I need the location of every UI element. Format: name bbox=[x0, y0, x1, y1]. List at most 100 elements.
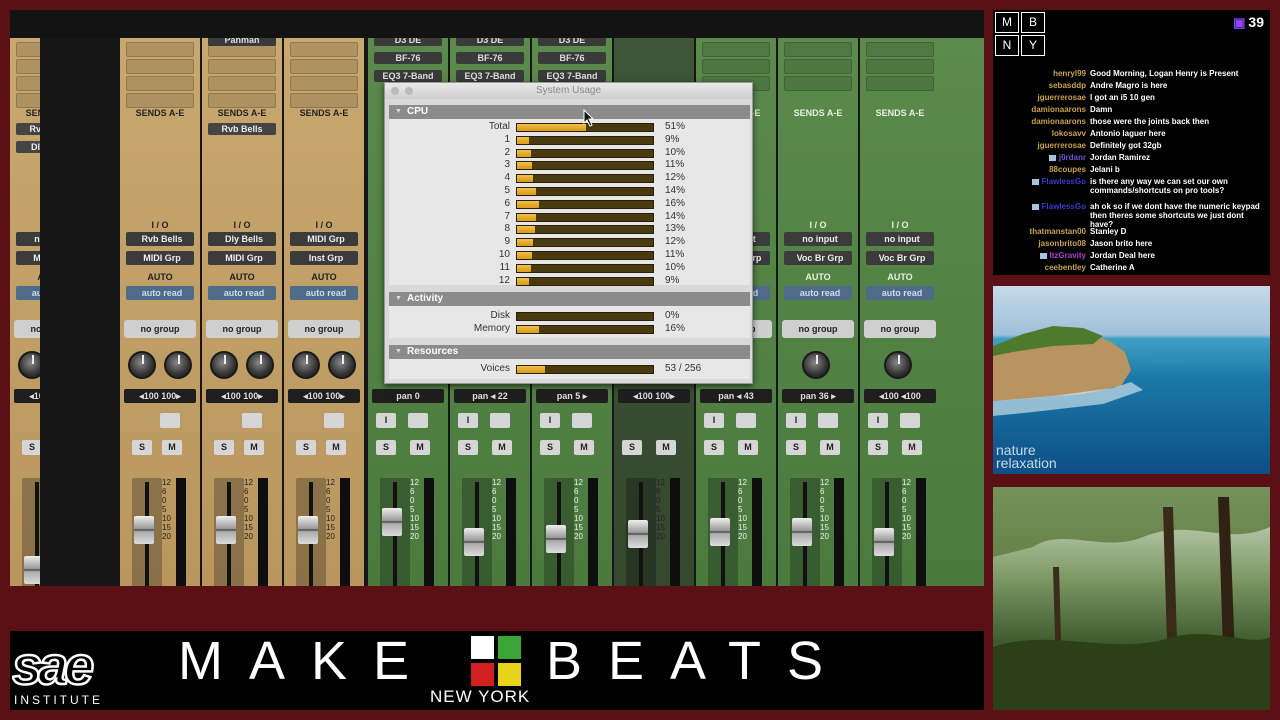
insert-slot[interactable] bbox=[784, 59, 852, 74]
insert-slot[interactable] bbox=[866, 76, 934, 91]
solo-button[interactable]: S bbox=[622, 440, 642, 455]
input-selector[interactable]: MIDI Grp bbox=[290, 232, 358, 246]
automation-selector[interactable]: auto read bbox=[784, 286, 852, 300]
volume-fader[interactable] bbox=[874, 528, 894, 556]
record-button[interactable] bbox=[160, 413, 180, 428]
insert-slot[interactable] bbox=[866, 42, 934, 57]
record-button[interactable] bbox=[324, 413, 344, 428]
group-selector[interactable]: no group bbox=[782, 320, 854, 338]
cpu-section-header[interactable]: CPU bbox=[389, 105, 750, 119]
chat-username[interactable]: j0rdanr bbox=[1048, 153, 1086, 162]
solo-button[interactable]: S bbox=[786, 440, 806, 455]
volume-fader[interactable] bbox=[792, 518, 812, 546]
chat-username[interactable]: jasonbrito08 bbox=[1038, 239, 1086, 248]
insert-plugin[interactable]: EQ3 7-Band bbox=[374, 70, 442, 82]
volume-fader[interactable] bbox=[382, 508, 402, 536]
insert-slot[interactable] bbox=[290, 76, 358, 91]
input-monitor-button[interactable]: I bbox=[540, 413, 560, 428]
solo-button[interactable]: S bbox=[22, 440, 40, 455]
volume-fader[interactable] bbox=[710, 518, 730, 546]
mute-button[interactable]: M bbox=[738, 440, 758, 455]
pan-left-knob[interactable] bbox=[18, 351, 40, 379]
input-monitor-button[interactable]: I bbox=[376, 413, 396, 428]
input-monitor-button[interactable]: I bbox=[868, 413, 888, 428]
insert-slot[interactable] bbox=[702, 42, 770, 57]
solo-button[interactable]: S bbox=[458, 440, 478, 455]
record-button[interactable] bbox=[572, 413, 592, 428]
insert-slot[interactable] bbox=[208, 93, 276, 108]
insert-slot[interactable] bbox=[16, 93, 40, 108]
output-selector[interactable]: Voc Br Grp bbox=[866, 251, 934, 265]
close-window-icon[interactable] bbox=[391, 87, 399, 95]
send-slot[interactable]: Rvb Bells bbox=[208, 123, 276, 135]
solo-button[interactable]: S bbox=[376, 440, 396, 455]
insert-slot[interactable] bbox=[126, 93, 194, 108]
output-selector[interactable]: MIDI Grp bbox=[126, 251, 194, 265]
system-usage-titlebar[interactable]: System Usage bbox=[385, 83, 752, 99]
chat-username[interactable]: FlawlessGo bbox=[1031, 202, 1086, 211]
insert-slot[interactable] bbox=[16, 42, 40, 57]
send-slot[interactable]: Rvb Bells bbox=[16, 123, 40, 135]
input-selector[interactable]: no input bbox=[16, 232, 40, 246]
record-button[interactable] bbox=[242, 413, 262, 428]
insert-slot[interactable] bbox=[702, 59, 770, 74]
record-button[interactable] bbox=[900, 413, 920, 428]
chat-username[interactable]: FlawlessGo bbox=[1031, 177, 1086, 186]
output-selector[interactable]: MIDI Grp bbox=[16, 251, 40, 265]
chat-username[interactable]: ceebentley bbox=[1045, 263, 1086, 272]
input-selector[interactable]: Rvb Bells bbox=[126, 232, 194, 246]
volume-fader[interactable] bbox=[628, 520, 648, 548]
insert-plugin[interactable]: EQ3 7-Band bbox=[456, 70, 524, 82]
mute-button[interactable]: M bbox=[326, 440, 346, 455]
group-selector[interactable]: no group bbox=[124, 320, 196, 338]
volume-fader[interactable] bbox=[298, 516, 318, 544]
mute-button[interactable]: M bbox=[656, 440, 676, 455]
pan-knob[interactable] bbox=[884, 351, 912, 379]
input-monitor-button[interactable]: I bbox=[786, 413, 806, 428]
solo-button[interactable]: S bbox=[868, 440, 888, 455]
insert-slot[interactable] bbox=[290, 42, 358, 57]
automation-selector[interactable]: auto read bbox=[208, 286, 276, 300]
pan-left-knob[interactable] bbox=[292, 351, 320, 379]
insert-slot[interactable] bbox=[16, 59, 40, 74]
chat-username[interactable]: jguerrerosae bbox=[1038, 141, 1086, 150]
mute-button[interactable]: M bbox=[492, 440, 512, 455]
chat-username[interactable]: sebasddp bbox=[1049, 81, 1086, 90]
output-selector[interactable]: Voc Br Grp bbox=[784, 251, 852, 265]
pan-right-knob[interactable] bbox=[328, 351, 356, 379]
insert-slot[interactable] bbox=[784, 76, 852, 91]
chat-username[interactable]: jguerrerosae bbox=[1038, 93, 1086, 102]
solo-button[interactable]: S bbox=[296, 440, 316, 455]
automation-selector[interactable]: auto read bbox=[866, 286, 934, 300]
insert-plugin[interactable]: EQ3 7-Band bbox=[538, 70, 606, 82]
insert-slot[interactable] bbox=[126, 42, 194, 57]
chat-username[interactable]: henryl99 bbox=[1053, 69, 1086, 78]
insert-slot[interactable] bbox=[208, 59, 276, 74]
input-selector[interactable]: Dly Bells bbox=[208, 232, 276, 246]
activity-section-header[interactable]: Activity bbox=[389, 292, 750, 306]
input-monitor-button[interactable]: I bbox=[458, 413, 478, 428]
volume-fader[interactable] bbox=[134, 516, 154, 544]
automation-selector[interactable]: auto read bbox=[290, 286, 358, 300]
insert-slot[interactable] bbox=[290, 59, 358, 74]
input-monitor-button[interactable]: I bbox=[704, 413, 724, 428]
insert-slot[interactable] bbox=[126, 59, 194, 74]
mute-button[interactable]: M bbox=[574, 440, 594, 455]
insert-plugin[interactable]: BF-76 bbox=[538, 52, 606, 64]
insert-plugin[interactable]: BF-76 bbox=[456, 52, 524, 64]
resources-section-header[interactable]: Resources bbox=[389, 345, 750, 359]
pan-right-knob[interactable] bbox=[246, 351, 274, 379]
pan-left-knob[interactable] bbox=[128, 351, 156, 379]
chat-username[interactable]: damionaarons bbox=[1031, 117, 1086, 126]
chat-username[interactable]: ItzGravity bbox=[1039, 251, 1086, 260]
input-selector[interactable]: no input bbox=[784, 232, 852, 246]
mute-button[interactable]: M bbox=[820, 440, 840, 455]
automation-selector[interactable]: auto read bbox=[126, 286, 194, 300]
volume-fader[interactable] bbox=[546, 525, 566, 553]
group-selector[interactable]: no group bbox=[14, 320, 40, 338]
insert-slot[interactable] bbox=[784, 42, 852, 57]
pan-right-knob[interactable] bbox=[164, 351, 192, 379]
record-button[interactable] bbox=[490, 413, 510, 428]
chat-username[interactable]: 88coupes bbox=[1049, 165, 1086, 174]
mute-button[interactable]: M bbox=[410, 440, 430, 455]
